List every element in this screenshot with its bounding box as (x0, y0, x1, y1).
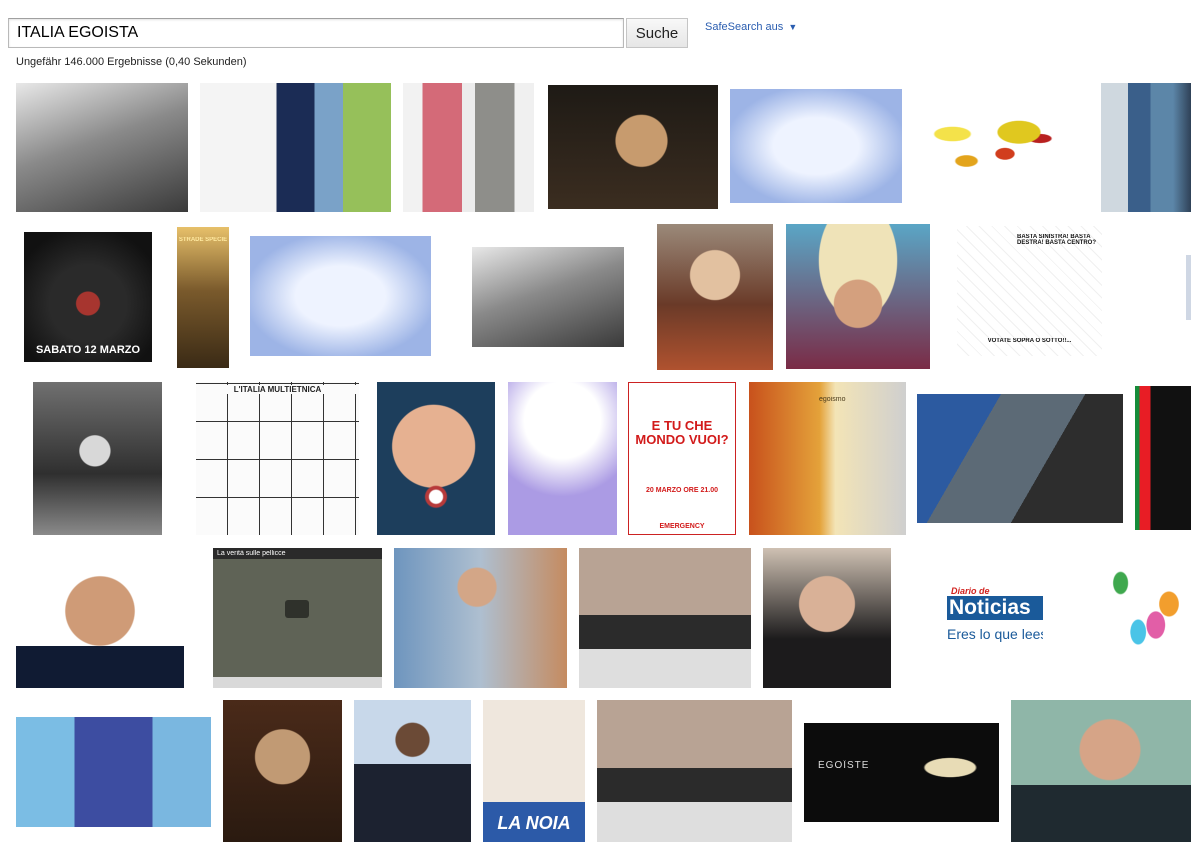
poster-footer: EMERGENCY (659, 523, 705, 530)
safesearch-label: SafeSearch aus (705, 21, 784, 33)
search-input[interactable] (9, 19, 623, 47)
newspaper-name: Noticias (947, 596, 1043, 620)
image-result[interactable]: STRADE SPECIE (177, 227, 229, 368)
image-result[interactable]: BASTA SINISTRA! BASTA DESTRA! BASTA CENT… (957, 226, 1102, 356)
video-title: La verità sulle pellicce (217, 550, 286, 557)
search-button[interactable]: Suche (626, 18, 688, 48)
image-result[interactable]: E TU CHE MONDO VUOI? 20 MARZO ORE 21.00 … (628, 382, 736, 535)
image-result[interactable] (579, 548, 751, 688)
image-result[interactable] (16, 717, 211, 827)
poster-title: E TU CHE MONDO VUOI? (635, 419, 729, 447)
image-result[interactable] (763, 548, 891, 688)
image-result[interactable] (508, 382, 617, 535)
image-result[interactable]: egoismo (749, 382, 906, 535)
image-result[interactable] (917, 394, 1123, 523)
image-result[interactable]: La verità sulle pellicce (213, 548, 382, 688)
image-result[interactable] (472, 247, 624, 347)
image-result[interactable] (730, 89, 902, 203)
newspaper-label: Diario de (951, 586, 990, 596)
image-result[interactable] (1135, 386, 1191, 530)
image-result[interactable] (33, 382, 162, 535)
image-result[interactable] (786, 224, 930, 369)
play-icon (285, 600, 309, 618)
search-box[interactable] (8, 18, 624, 48)
image-result[interactable]: Diario de Noticias Eres lo que lees (947, 583, 1043, 648)
image-result[interactable] (403, 83, 534, 212)
comic-speech-bubble: BASTA SINISTRA! BASTA DESTRA! BASTA CENT… (1017, 234, 1096, 246)
image-result[interactable] (1103, 548, 1191, 688)
newspaper-slogan: Eres lo que lees (947, 626, 1043, 642)
image-result[interactable] (1011, 700, 1191, 842)
image-result[interactable]: SABATO 12 MARZO (24, 232, 152, 362)
image-result[interactable] (16, 548, 184, 688)
image-result[interactable] (657, 224, 773, 370)
perfume-label: ÉGOÏSTE (818, 760, 870, 771)
poster-caption: egoismo (819, 396, 846, 403)
poster-title: LA NOIA (497, 813, 571, 833)
comic-caption: VOTATE SOPRA O SOTTO!!... (987, 338, 1072, 344)
image-result[interactable] (548, 85, 718, 209)
image-result[interactable] (914, 98, 1089, 188)
image-result[interactable] (597, 700, 792, 842)
image-result[interactable] (377, 382, 495, 535)
image-result[interactable]: ÉGOÏSTE (804, 723, 999, 822)
image-result[interactable] (1101, 83, 1191, 212)
poster-date: 20 MARZO ORE 21.00 (646, 487, 718, 494)
image-result[interactable]: L'ITALIA MULTIETNICA (196, 382, 359, 535)
image-result[interactable] (16, 83, 188, 212)
image-result[interactable] (1186, 255, 1191, 320)
image-result[interactable] (354, 700, 471, 842)
image-result[interactable] (223, 700, 342, 842)
image-result[interactable] (250, 236, 431, 356)
poster-caption: STRADE SPECIE (178, 237, 228, 243)
safesearch-toggle[interactable]: SafeSearch aus ▼ (705, 21, 797, 33)
cartoon-title: L'ITALIA MULTIETNICA (196, 385, 359, 394)
chevron-down-icon: ▼ (788, 22, 798, 32)
image-result[interactable]: LA NOIA (483, 700, 585, 842)
result-stats: Ungefähr 146.000 Ergebnisse (0,40 Sekund… (16, 56, 247, 68)
poster-caption: SABATO 12 MARZO (35, 344, 141, 356)
image-result[interactable] (200, 83, 391, 212)
image-result[interactable] (394, 548, 567, 688)
